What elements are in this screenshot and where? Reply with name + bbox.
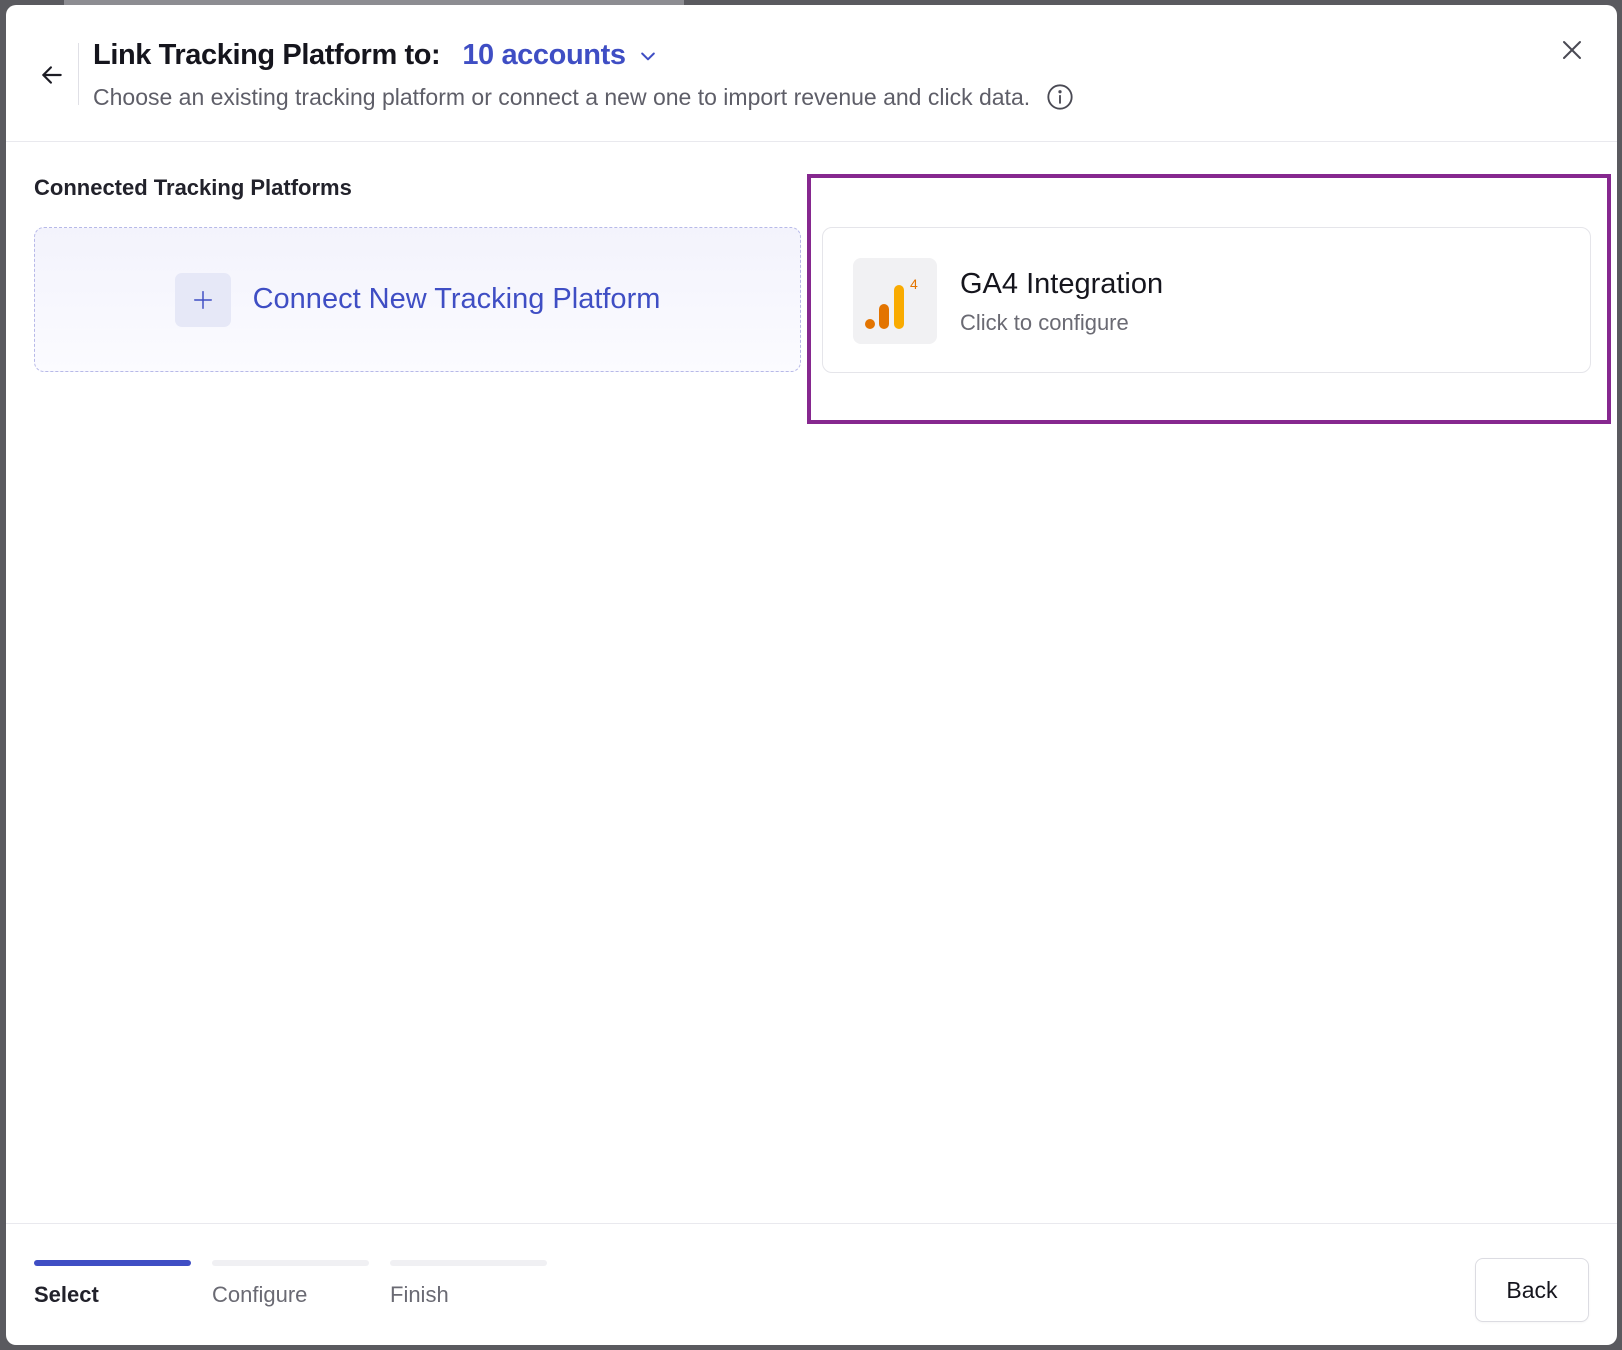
platform-card-ga4[interactable]: 4 GA4 Integration Click to configure — [822, 227, 1591, 373]
step-configure: Configure — [212, 1260, 369, 1308]
plus-icon — [174, 272, 231, 327]
accounts-dropdown-label: 10 accounts — [462, 39, 626, 71]
platform-subtitle: Click to configure — [960, 310, 1129, 335]
title-row: Link Tracking Platform to: 10 accounts — [93, 39, 658, 72]
step-label: Configure — [212, 1282, 308, 1307]
back-arrow-icon[interactable] — [34, 57, 70, 93]
ga4-badge: 4 — [910, 276, 918, 292]
connect-new-platform-label: Connect New Tracking Platform — [252, 283, 661, 315]
step-finish: Finish — [390, 1260, 547, 1308]
step-label: Select — [34, 1282, 99, 1307]
link-tracking-modal: Link Tracking Platform to: 10 accounts C… — [6, 5, 1617, 1345]
step-select: Select — [34, 1260, 191, 1308]
modal-title: Link Tracking Platform to: — [93, 39, 441, 71]
step-progress-bar — [390, 1260, 547, 1266]
connect-new-platform-button[interactable]: Connect New Tracking Platform — [34, 227, 801, 372]
step-label: Finish — [390, 1282, 449, 1307]
info-icon[interactable] — [1046, 83, 1074, 111]
subtitle-row: Choose an existing tracking platform or … — [93, 83, 1074, 111]
back-button[interactable]: Back — [1475, 1258, 1589, 1322]
chevron-down-icon — [638, 46, 658, 66]
close-icon[interactable] — [1557, 35, 1587, 65]
section-title: Connected Tracking Platforms — [34, 175, 352, 200]
step-progress-bar — [34, 1260, 191, 1266]
google-analytics-4-icon: 4 — [853, 258, 937, 344]
step-progress-bar — [212, 1260, 369, 1266]
modal-footer: Select Configure Finish Back — [6, 1223, 1617, 1345]
accounts-dropdown[interactable]: 10 accounts — [462, 39, 657, 72]
modal-header: Link Tracking Platform to: 10 accounts C… — [6, 5, 1617, 142]
platform-name: GA4 Integration — [960, 268, 1164, 300]
modal-subtitle: Choose an existing tracking platform or … — [93, 83, 1031, 110]
header-divider — [78, 43, 79, 105]
